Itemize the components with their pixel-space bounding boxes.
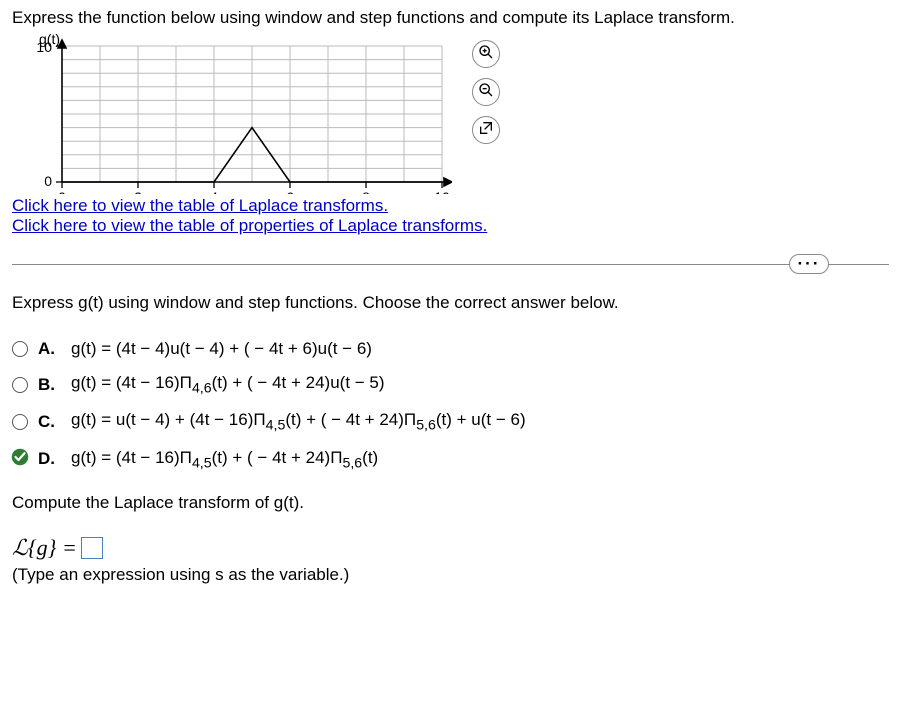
zoom-out-button[interactable] [472, 78, 500, 106]
option-d-expr: g(t) = (4t − 16)Π4,5(t) + ( − 4t + 24)Π5… [71, 448, 378, 471]
answer-hint: (Type an expression using s as the varia… [12, 565, 889, 585]
ytick: 0 [44, 173, 52, 189]
radio-b[interactable] [12, 377, 28, 393]
zoom-in-icon [478, 44, 494, 65]
divider: ··· [12, 264, 889, 265]
option-c[interactable]: C. g(t) = u(t − 4) + (4t − 16)Π4,5(t) + … [12, 410, 889, 433]
option-a-expr: g(t) = (4t − 4)u(t − 4) + ( − 4t + 6)u(t… [71, 339, 372, 359]
radio-a[interactable] [12, 341, 28, 357]
ytick: 10 [36, 39, 52, 55]
xtick: 8 [362, 189, 370, 194]
xtick: 6 [286, 189, 294, 194]
option-letter: C. [38, 412, 55, 432]
option-c-expr: g(t) = u(t − 4) + (4t − 16)Π4,5(t) + ( −… [71, 410, 526, 433]
option-letter: D. [38, 449, 55, 469]
xtick: 0 [58, 189, 66, 194]
laplace-properties-link[interactable]: Click here to view the table of properti… [12, 216, 487, 236]
xtick: 2 [134, 189, 142, 194]
chart-container: g(t) t 0 2 4 6 8 10 0 10 [12, 34, 452, 194]
popout-icon [478, 120, 494, 141]
option-b-expr: g(t) = (4t − 16)Π4,6(t) + ( − 4t + 24)u(… [71, 373, 385, 396]
compute-question: Compute the Laplace transform of g(t). [12, 493, 889, 513]
option-letter: A. [38, 339, 55, 359]
xtick: 10 [434, 189, 450, 194]
radio-c[interactable] [12, 414, 28, 430]
laplace-table-link[interactable]: Click here to view the table of Laplace … [12, 196, 388, 216]
option-b[interactable]: B. g(t) = (4t − 16)Π4,6(t) + ( − 4t + 24… [12, 373, 889, 396]
option-d[interactable]: D. g(t) = (4t − 16)Π4,5(t) + ( − 4t + 24… [12, 448, 889, 471]
chart-plot: g(t) t 0 2 4 6 8 10 0 10 [12, 34, 452, 194]
subquestion-text: Express g(t) using window and step funct… [12, 293, 889, 313]
answer-input[interactable] [81, 537, 103, 559]
zoom-in-button[interactable] [472, 40, 500, 68]
question-text: Express the function below using window … [12, 8, 889, 28]
options-group: A. g(t) = (4t − 4)u(t − 4) + ( − 4t + 6)… [12, 339, 889, 471]
popout-button[interactable] [472, 116, 500, 144]
radio-d[interactable] [12, 451, 28, 467]
option-a[interactable]: A. g(t) = (4t − 4)u(t − 4) + ( − 4t + 6)… [12, 339, 889, 359]
zoom-out-icon [478, 82, 494, 103]
checkmark-icon [11, 448, 29, 471]
option-letter: B. [38, 375, 55, 395]
laplace-lhs: ℒ{g} = [12, 535, 77, 561]
xtick: 4 [210, 189, 218, 194]
more-button[interactable]: ··· [789, 254, 829, 274]
